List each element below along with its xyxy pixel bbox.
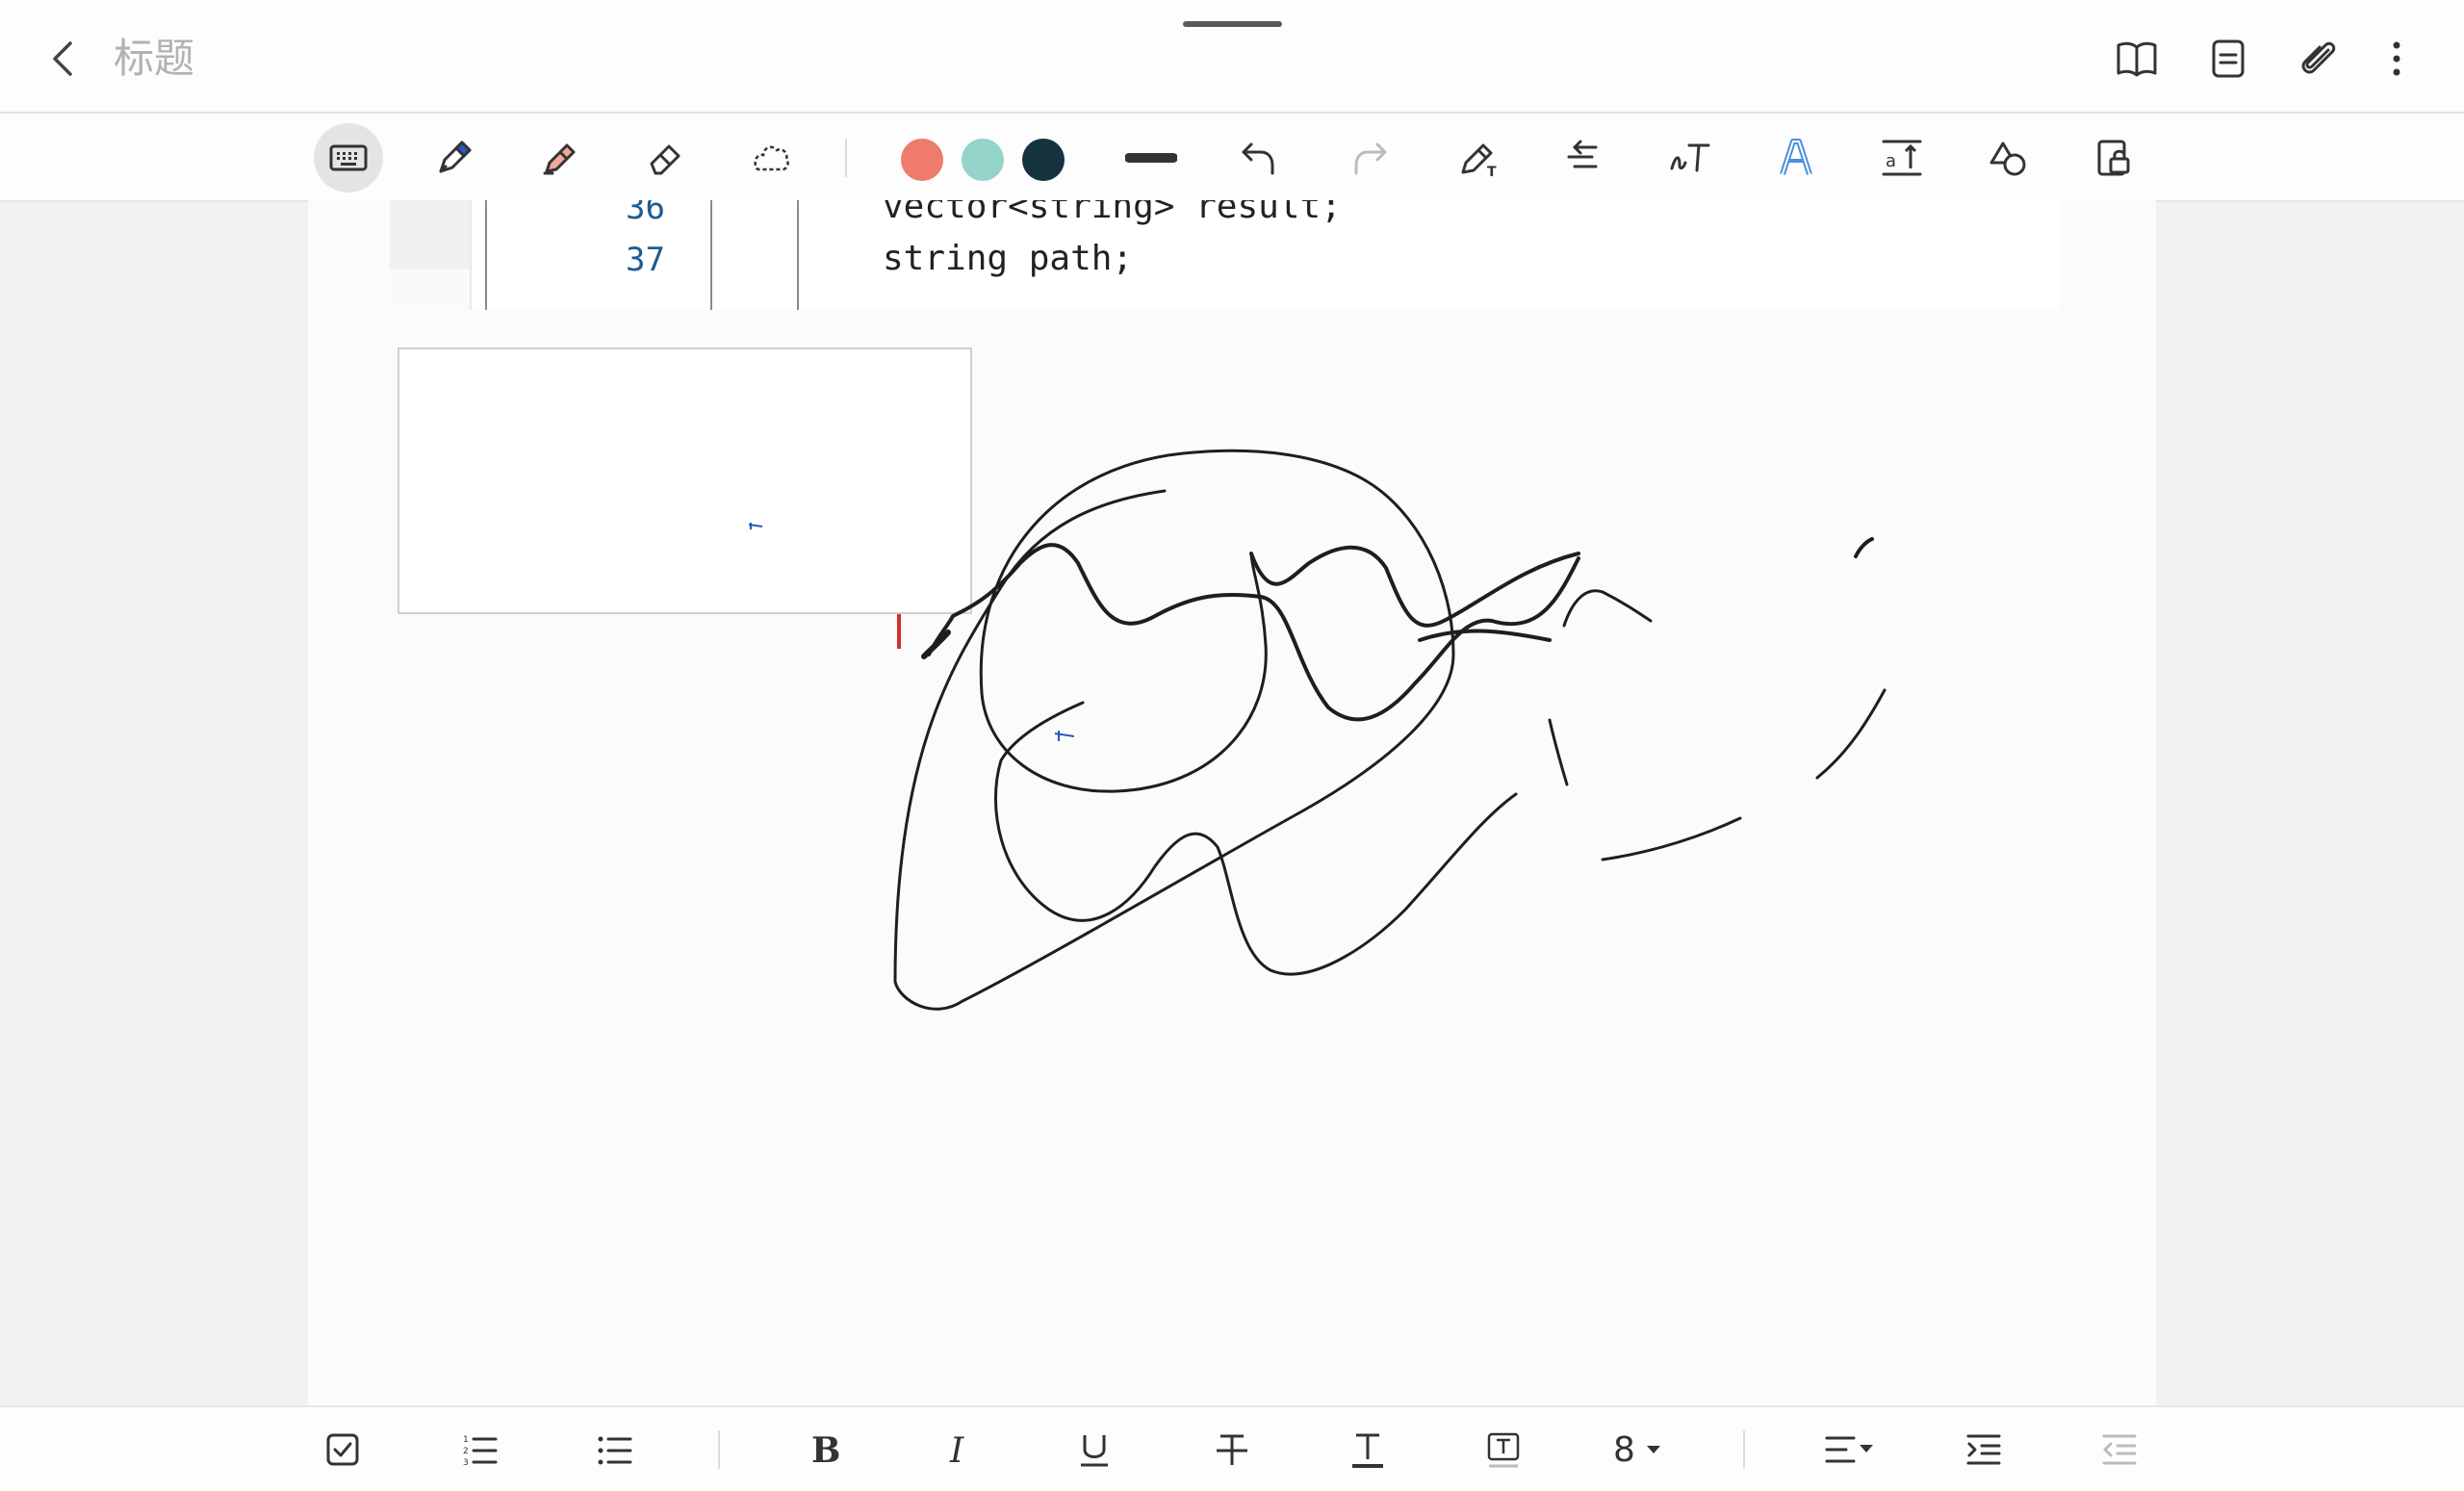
toolbar-divider bbox=[718, 1430, 720, 1469]
svg-text:2: 2 bbox=[463, 1447, 469, 1456]
line-number: 37 bbox=[626, 241, 665, 279]
pen-icon bbox=[439, 141, 472, 173]
shapes-button[interactable] bbox=[1973, 123, 2042, 193]
eraser-icon bbox=[650, 144, 680, 175]
code-line: vector<string> result; bbox=[883, 200, 1342, 226]
checklist-button[interactable] bbox=[314, 1421, 372, 1478]
lock-button[interactable] bbox=[2079, 123, 2148, 193]
text-color-button[interactable] bbox=[1339, 1421, 1397, 1478]
note-title[interactable]: 标题 bbox=[114, 29, 194, 89]
code-divider bbox=[485, 200, 487, 310]
document-icon bbox=[2212, 39, 2245, 78]
shapes-icon bbox=[1989, 141, 2026, 176]
keyboard-icon bbox=[329, 144, 368, 171]
keyboard-tool-button[interactable] bbox=[314, 123, 383, 193]
open-book-icon bbox=[2117, 41, 2157, 77]
code-divider bbox=[710, 200, 712, 310]
lasso-tool-button[interactable] bbox=[736, 123, 806, 193]
code-gutter-divider bbox=[470, 200, 472, 310]
redo-button[interactable] bbox=[1335, 123, 1404, 193]
text-color-icon bbox=[1352, 1433, 1383, 1468]
svg-text:1: 1 bbox=[463, 1435, 469, 1445]
toolbar-divider bbox=[845, 139, 847, 177]
pen-mark-icon bbox=[748, 523, 763, 529]
text-highlight-icon bbox=[1487, 1432, 1520, 1468]
svg-text:a: a bbox=[1886, 151, 1896, 171]
pen-text-icon: T bbox=[1461, 143, 1497, 180]
text-effect-icon bbox=[1780, 139, 1812, 175]
outdent-icon bbox=[2102, 1434, 2137, 1465]
more-options-button[interactable] bbox=[2367, 29, 2426, 89]
underline-icon bbox=[1081, 1435, 1108, 1467]
text-box[interactable] bbox=[398, 347, 972, 614]
lasso-icon bbox=[754, 145, 789, 171]
code-gutter-inner bbox=[390, 270, 470, 310]
strikethrough-button[interactable] bbox=[1203, 1421, 1261, 1478]
format-toolbar: 1 2 3 B I 8 bbox=[0, 1405, 2464, 1491]
color-swatch-navy[interactable] bbox=[1022, 139, 1065, 181]
line-spacing-button[interactable]: a bbox=[1867, 123, 1937, 193]
align-left-icon bbox=[1825, 1436, 1873, 1463]
code-image[interactable]: 36 vector<string> result; 37 string path… bbox=[390, 200, 2060, 310]
back-arrow-icon bbox=[53, 41, 72, 76]
undo-icon bbox=[1242, 142, 1274, 175]
line-number: 36 bbox=[626, 200, 665, 227]
svg-text:T: T bbox=[1487, 165, 1497, 180]
outdent-button[interactable] bbox=[2091, 1421, 2148, 1478]
italic-button[interactable]: I bbox=[930, 1421, 988, 1478]
line-spacing-icon: a bbox=[1882, 140, 1922, 176]
text-wrap-icon bbox=[1567, 140, 1598, 168]
text-cursor bbox=[897, 614, 901, 649]
svg-text:I: I bbox=[949, 1431, 964, 1469]
numbered-list-icon: 1 2 3 bbox=[463, 1435, 498, 1468]
font-size-value: 8 bbox=[1613, 1429, 1635, 1470]
redo-icon bbox=[1354, 142, 1387, 175]
text-align-button[interactable] bbox=[1551, 123, 1620, 193]
strikethrough-icon bbox=[1217, 1434, 1247, 1465]
bullet-list-icon bbox=[598, 1436, 632, 1465]
svg-text:3: 3 bbox=[463, 1458, 469, 1468]
attach-button[interactable] bbox=[2289, 29, 2348, 89]
color-swatch-teal[interactable] bbox=[962, 139, 1004, 181]
text-style-button[interactable] bbox=[1761, 123, 1831, 193]
bold-icon: B bbox=[811, 1430, 840, 1469]
highlighter-tool-button[interactable] bbox=[526, 123, 595, 193]
undo-button[interactable] bbox=[1224, 123, 1294, 193]
bold-button[interactable]: B bbox=[795, 1421, 853, 1478]
paperclip-icon bbox=[2301, 41, 2336, 74]
back-button[interactable] bbox=[35, 29, 94, 89]
stroke-width-button[interactable] bbox=[1116, 123, 1186, 193]
font-size-dropdown[interactable]: 8 bbox=[1613, 1421, 1662, 1478]
code-line: string path; bbox=[883, 239, 1134, 278]
alignment-dropdown[interactable] bbox=[1819, 1421, 1881, 1478]
pen-to-text-button[interactable]: T bbox=[1445, 123, 1514, 193]
bullet-list-button[interactable] bbox=[586, 1421, 644, 1478]
highlighter-icon bbox=[543, 143, 576, 175]
italic-icon: I bbox=[949, 1431, 964, 1469]
color-swatch-coral[interactable] bbox=[901, 139, 943, 181]
indent-icon bbox=[1966, 1434, 2001, 1465]
stroke-width-icon bbox=[1125, 153, 1177, 163]
indent-button[interactable] bbox=[1955, 1421, 2013, 1478]
handwriting-text-button[interactable] bbox=[1656, 123, 1725, 193]
numbered-list-button[interactable]: 1 2 3 bbox=[451, 1421, 509, 1478]
code-divider bbox=[797, 200, 799, 310]
svg-text:B: B bbox=[811, 1430, 840, 1469]
handwriting-icon bbox=[1670, 143, 1710, 172]
eraser-tool-button[interactable] bbox=[630, 123, 700, 193]
page-view-button[interactable] bbox=[2198, 29, 2258, 89]
drawing-toolbar: T a bbox=[0, 114, 2464, 202]
underline-button[interactable] bbox=[1065, 1421, 1123, 1478]
caret-down-icon bbox=[1646, 1446, 1660, 1453]
checkbox-icon bbox=[326, 1433, 359, 1466]
more-vertical-icon bbox=[2393, 41, 2400, 76]
drag-handle[interactable] bbox=[1183, 21, 1282, 27]
toolbar-divider bbox=[1743, 1430, 1745, 1469]
book-view-button[interactable] bbox=[2107, 29, 2167, 89]
app-header: 标题 bbox=[0, 0, 2464, 114]
text-background-button[interactable] bbox=[1475, 1421, 1532, 1478]
page-lock-icon bbox=[2097, 140, 2130, 176]
pen-tool-button[interactable] bbox=[420, 123, 489, 193]
